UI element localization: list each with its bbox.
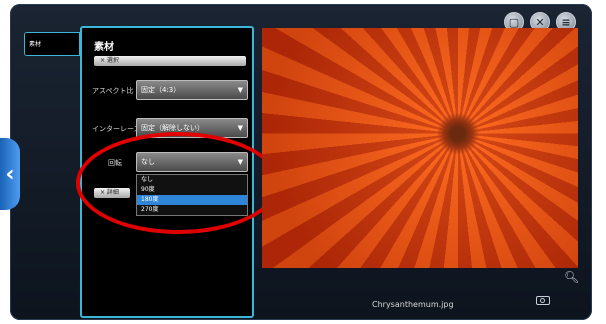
interlace-select-value: 固定（解除しない） (141, 124, 204, 132)
panel-title: 素材 (94, 42, 114, 53)
select-button[interactable]: × 選択 (94, 56, 246, 66)
chevron-down-icon: ▼ (237, 86, 243, 94)
image-filename: Chrysanthemum.jpg (372, 300, 454, 309)
chevron-left-icon: ‹ (5, 161, 15, 187)
interlace-label: インターレース (92, 125, 141, 133)
highlight-oval (76, 132, 280, 234)
aspect-label: アスペクト比 (92, 87, 134, 95)
side-tab-label: 素材 (29, 41, 42, 48)
side-tab[interactable]: 素材 (24, 32, 80, 56)
image-preview (262, 28, 578, 268)
collapse-panel-button[interactable]: ‹ (0, 138, 20, 210)
aspect-select-value: 固定（4:3） (141, 86, 181, 94)
camera-icon[interactable] (536, 296, 550, 305)
aspect-select[interactable]: 固定（4:3） ▼ (136, 80, 248, 100)
zoom-icon[interactable]: 🔍︎ (564, 270, 579, 284)
chevron-down-icon: ▼ (237, 124, 243, 132)
